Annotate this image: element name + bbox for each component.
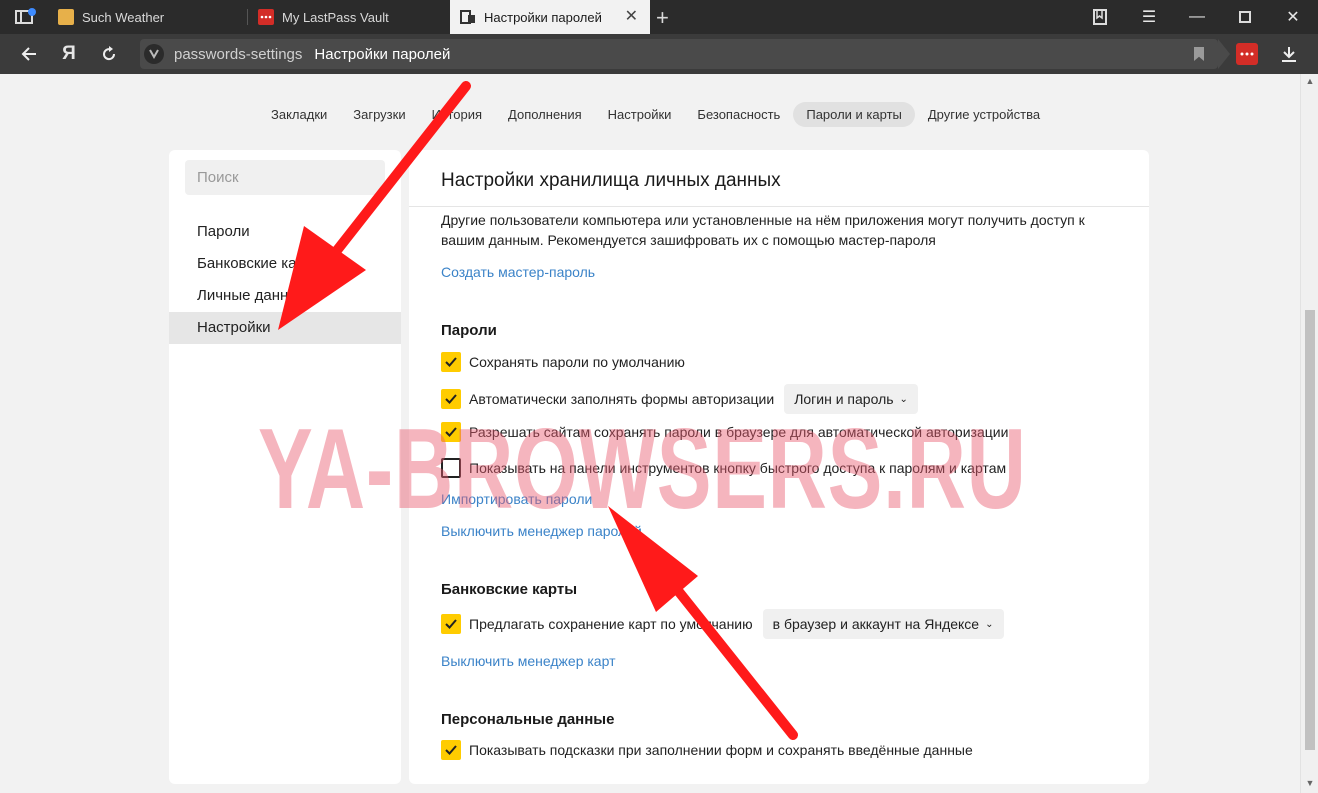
tab-passwords-settings[interactable]: Настройки паролей ✕ — [450, 0, 650, 34]
personal-section-title: Персональные данные — [441, 711, 615, 728]
tab-strip: Such Weather My LastPass Vault Настройки… — [0, 0, 1318, 34]
chevron-down-icon: ⌄ — [899, 393, 908, 405]
header-divider — [409, 206, 1149, 207]
chevron-down-icon: ⌄ — [985, 618, 994, 630]
bookmarks-panel-icon[interactable] — [1076, 0, 1124, 34]
address-bar[interactable]: passwords-settings Настройки паролей — [140, 39, 1230, 69]
weather-cat-icon — [58, 9, 74, 25]
lastpass-icon — [258, 9, 274, 25]
topnav-settings[interactable]: Настройки — [595, 102, 685, 127]
sidebar-item-personal-data[interactable]: Личные данные — [169, 280, 401, 312]
settings-panel: Настройки хранилища личных данных Другие… — [409, 150, 1149, 784]
settings-top-nav: Закладки Загрузки История Дополнения Нас… — [258, 102, 1053, 127]
sidebar: Поиск Пароли Банковские карты Личные дан… — [169, 150, 401, 784]
settings-page: Закладки Загрузки История Дополнения Нас… — [0, 74, 1300, 793]
topnav-security[interactable]: Безопасность — [684, 102, 793, 127]
autofill-option[interactable]: Автоматически заполнять формы авторизаци… — [441, 384, 918, 414]
toolbar-button-option[interactable]: Показывать на панели инструментов кнопку… — [441, 457, 1006, 479]
passwords-icon — [460, 9, 476, 25]
passwords-section-title: Пароли — [441, 322, 497, 339]
option-label: Предлагать сохранение карт по умолчанию — [469, 616, 753, 632]
topnav-downloads[interactable]: Загрузки — [340, 102, 418, 127]
checkbox-unchecked-icon[interactable] — [441, 458, 461, 478]
autofill-mode-select[interactable]: Логин и пароль ⌄ — [784, 384, 918, 414]
sidebar-search-input[interactable]: Поиск — [185, 160, 385, 195]
option-label: Показывать на панели инструментов кнопку… — [469, 460, 1007, 476]
address-page-title: Настройки паролей — [314, 45, 451, 63]
checkbox-checked-icon[interactable] — [441, 352, 461, 372]
reload-icon[interactable] — [96, 41, 122, 67]
create-master-password-link[interactable]: Создать мастер-пароль — [441, 264, 595, 280]
select-value: Логин и пароль — [794, 391, 894, 407]
offer-save-cards-option[interactable]: Предлагать сохранение карт по умолчанию … — [441, 609, 1004, 639]
topnav-other-devices[interactable]: Другие устройства — [915, 102, 1053, 127]
topnav-bookmarks[interactable]: Закладки — [258, 102, 340, 127]
allow-sites-option[interactable]: Разрешать сайтам сохранять пароли в брау… — [441, 421, 1008, 443]
topnav-extensions[interactable]: Дополнения — [495, 102, 595, 127]
close-window-icon[interactable]: ✕ — [1269, 0, 1317, 34]
sidebar-item-passwords[interactable]: Пароли — [169, 216, 401, 248]
scrollbar-thumb[interactable] — [1305, 310, 1315, 750]
yandex-logo-button[interactable]: Я — [56, 41, 82, 67]
checkbox-checked-icon[interactable] — [441, 614, 461, 634]
sidebar-item-bank-cards[interactable]: Банковские карты — [169, 248, 401, 280]
tab-lastpass[interactable]: My LastPass Vault — [258, 0, 448, 34]
site-protect-icon[interactable] — [144, 44, 164, 64]
topnav-history[interactable]: История — [419, 102, 495, 127]
disable-password-manager-link[interactable]: Выключить менеджер паролей — [441, 523, 642, 539]
save-passwords-option[interactable]: Сохранять пароли по умолчанию — [441, 351, 685, 373]
topnav-passwords-cards[interactable]: Пароли и карты — [793, 102, 915, 127]
close-tab-icon[interactable]: ✕ — [625, 9, 638, 25]
option-label: Автоматически заполнять формы авторизаци… — [469, 391, 775, 407]
tab-title: Such Weather — [82, 9, 165, 25]
sidebar-item-settings[interactable]: Настройки — [169, 312, 401, 344]
new-tab-plus-icon[interactable]: + — [656, 5, 669, 31]
menu-icon[interactable]: ☰ — [1125, 0, 1173, 34]
master-password-description: Другие пользователи компьютера или устан… — [441, 212, 1085, 248]
tab-title: Настройки паролей — [484, 9, 602, 25]
form-hints-option[interactable]: Показывать подсказки при заполнении форм… — [441, 739, 973, 761]
bookmark-icon[interactable] — [1194, 47, 1204, 61]
tab-separator — [247, 9, 248, 25]
scroll-down-icon[interactable]: ▼ — [1305, 778, 1315, 788]
checkbox-checked-icon[interactable] — [441, 389, 461, 409]
lastpass-extension-icon[interactable] — [1236, 43, 1258, 65]
minimize-icon[interactable]: — — [1173, 0, 1221, 34]
checkbox-checked-icon[interactable] — [441, 740, 461, 760]
option-label: Разрешать сайтам сохранять пароли в брау… — [469, 424, 1009, 440]
navigation-bar: Я passwords-settings Настройки паролей — [0, 34, 1318, 74]
address-bar-tail — [1218, 39, 1230, 69]
cards-section-title: Банковские карты — [441, 581, 578, 598]
checkbox-checked-icon[interactable] — [441, 422, 461, 442]
select-value: в браузер и аккаунт на Яндексе — [772, 616, 980, 632]
panel-title: Настройки хранилища личных данных — [441, 170, 781, 191]
tab-such-weather[interactable]: Such Weather — [58, 0, 248, 34]
page-scrollbar[interactable]: ▲ ▼ — [1300, 74, 1318, 793]
maximize-icon[interactable] — [1221, 0, 1269, 34]
option-label: Сохранять пароли по умолчанию — [469, 354, 685, 370]
tabs-panel-icon[interactable] — [14, 8, 36, 26]
disable-card-manager-link[interactable]: Выключить менеджер карт — [441, 653, 615, 669]
downloads-icon[interactable] — [1276, 41, 1302, 67]
import-passwords-link[interactable]: Импортировать пароли — [441, 491, 592, 507]
scroll-up-icon[interactable]: ▲ — [1305, 76, 1315, 86]
option-label: Показывать подсказки при заполнении форм… — [469, 742, 973, 758]
tab-title: My LastPass Vault — [282, 9, 389, 25]
address-url: passwords-settings — [174, 45, 303, 63]
back-arrow-icon[interactable] — [16, 41, 42, 67]
card-save-target-select[interactable]: в браузер и аккаунт на Яндексе ⌄ — [762, 609, 1004, 639]
